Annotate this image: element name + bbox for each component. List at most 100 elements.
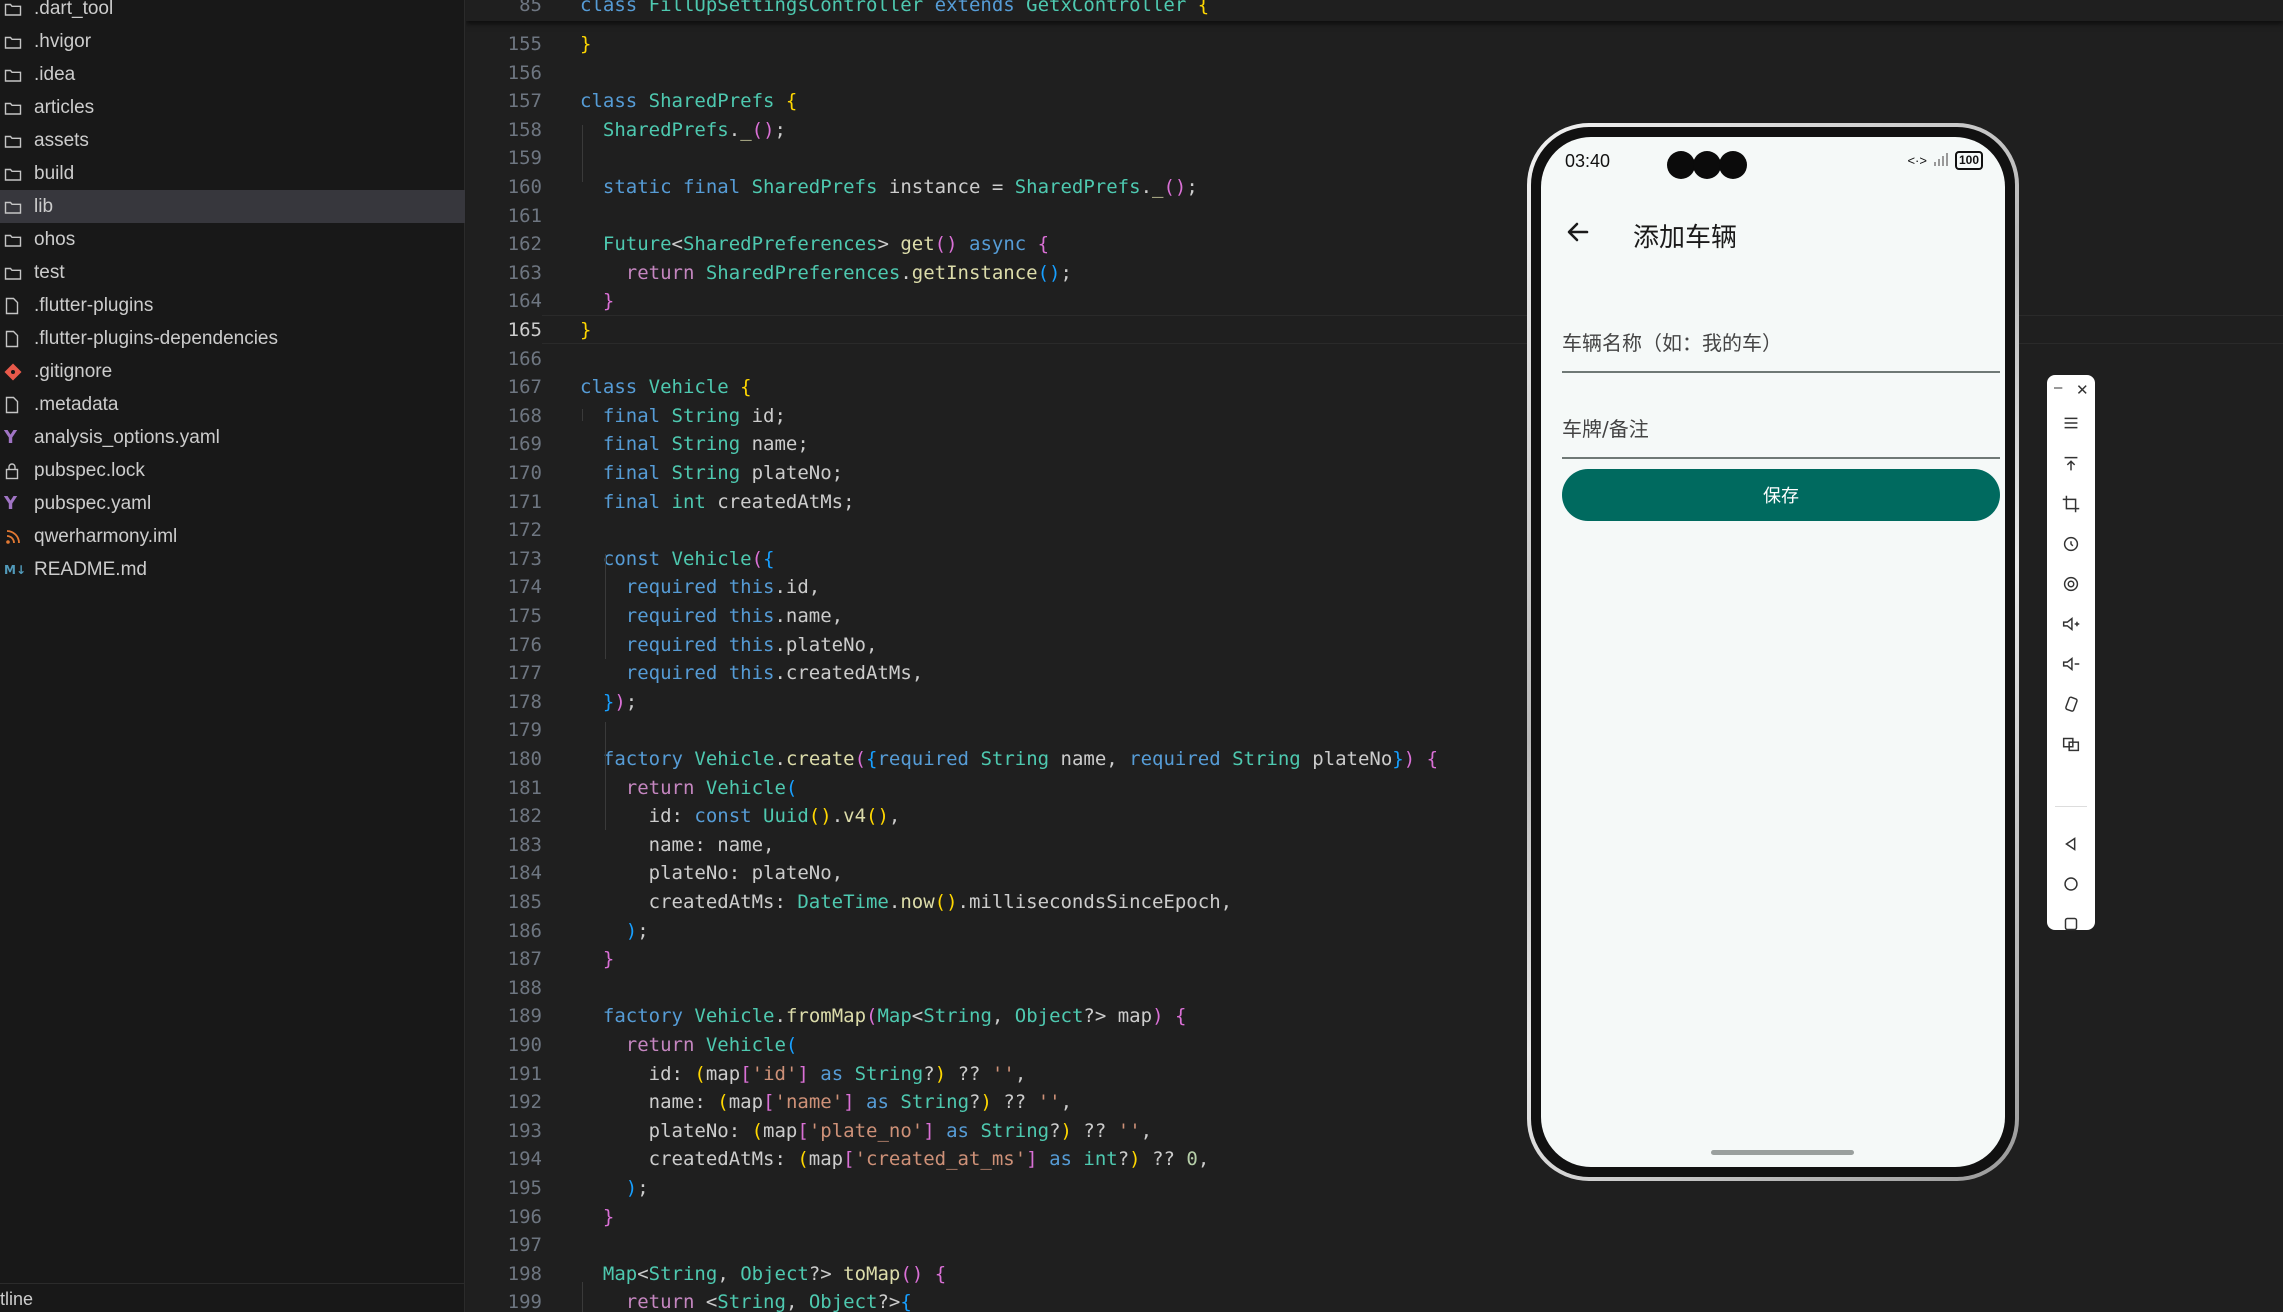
- line-number: 194: [507, 1148, 542, 1171]
- tree-item[interactable]: .hvigor: [0, 25, 465, 58]
- line-code: required this.name,: [625, 605, 844, 627]
- line-number: 199: [507, 1291, 542, 1312]
- crop-button[interactable]: [2054, 487, 2088, 521]
- code-line: 197: [466, 1231, 2283, 1260]
- code-line: 158 SharedPrefs._();: [466, 116, 2283, 145]
- home-indicator[interactable]: [1711, 1150, 1854, 1155]
- line-code: plateNo: plateNo,: [580, 862, 844, 885]
- line-number: 165: [507, 319, 542, 341]
- indent-guide: [582, 125, 583, 182]
- line-code: final String plateNo;: [602, 462, 844, 484]
- line-number: 174: [507, 576, 542, 599]
- camera-icon: [1667, 151, 1695, 179]
- tree-item[interactable]: test: [0, 256, 465, 289]
- battery-icon: 100: [1954, 151, 1983, 170]
- line-number: 173: [507, 547, 542, 570]
- tree-item[interactable]: pubspec.lock: [0, 454, 465, 487]
- volume-down-button[interactable]: [2054, 647, 2088, 681]
- line-code: final String name;: [602, 433, 809, 456]
- line-number: 185: [507, 891, 542, 913]
- line-number: 157: [507, 90, 542, 113]
- code-line: 196 }: [466, 1203, 2283, 1232]
- file-icon: [0, 388, 34, 421]
- markdown-icon: M↓: [4, 562, 26, 577]
- line-code: id: (map['id'] as String?) ?? '',: [580, 1062, 1027, 1085]
- code-line: 198 Map<String, Object?> toMap() {: [466, 1260, 2283, 1289]
- line-number: 158: [507, 118, 542, 141]
- shake-button[interactable]: [2054, 687, 2088, 721]
- line-code: class FillUpSettingsController extends G…: [580, 0, 1210, 16]
- line-number: 166: [507, 347, 542, 370]
- line-code: plateNo: (map['plate_no'] as String?) ??…: [580, 1119, 1153, 1142]
- tree-item-label: .flutter-plugins-dependencies: [34, 327, 278, 349]
- plate-input[interactable]: [1562, 417, 2000, 441]
- pin-top-button[interactable]: [2054, 447, 2088, 481]
- minimize-icon[interactable]: –: [2054, 379, 2062, 396]
- tree-item[interactable]: M↓ README.md: [0, 553, 465, 586]
- tree-item[interactable]: .flutter-plugins-dependencies: [0, 322, 465, 355]
- tree-item[interactable]: Ypubspec.yaml: [0, 487, 465, 520]
- status-bar: 03:40 <·> 100: [1541, 137, 2005, 183]
- line-code: Map<String, Object?> toMap() {: [602, 1262, 947, 1285]
- rotate-icon: [2063, 536, 2079, 552]
- crop-icon: [2062, 495, 2080, 513]
- tree-item-label: lib: [34, 195, 54, 217]
- tree-item[interactable]: lib: [0, 190, 465, 223]
- vehicle-name-input[interactable]: [1562, 331, 2000, 355]
- code-line: 155}: [466, 30, 2283, 59]
- line-number: 181: [507, 776, 542, 799]
- tree-item[interactable]: .gitignore: [0, 355, 465, 388]
- screenshot-button[interactable]: [2054, 567, 2088, 601]
- tree-item[interactable]: Yanalysis_options.yaml: [0, 421, 465, 454]
- toolbar-divider: [2055, 806, 2087, 807]
- folder-icon: [0, 91, 34, 124]
- tree-item[interactable]: ohos: [0, 223, 465, 256]
- sticky-scroll-header[interactable]: 85 class FillUpSettingsController extends…: [466, 0, 2283, 21]
- back-nav-button[interactable]: [2054, 827, 2088, 861]
- multi-window-icon: [2062, 737, 2080, 752]
- tree-item-label: analysis_options.yaml: [34, 426, 220, 448]
- outline-panel-header[interactable]: tline: [0, 1283, 465, 1312]
- back-button[interactable]: [1561, 215, 1595, 249]
- data-transfer-icon: <·>: [1907, 153, 1927, 168]
- volume-up-button[interactable]: [2054, 607, 2088, 641]
- line-number: 184: [507, 862, 542, 885]
- line-code: }: [580, 319, 592, 341]
- tree-item[interactable]: .idea: [0, 58, 465, 91]
- folder-icon: [0, 190, 34, 223]
- line-number: 179: [507, 719, 542, 742]
- line-number: 156: [507, 61, 542, 84]
- line-code: createdAtMs: (map['created_at_ms'] as in…: [580, 1148, 1210, 1171]
- tree-item[interactable]: articles: [0, 91, 465, 124]
- line-number: 161: [507, 204, 542, 227]
- close-icon[interactable]: ✕: [2076, 381, 2089, 399]
- file-explorer: .dart_tool .hvigor .idea articles assets buil…: [0, 0, 465, 1312]
- line-number: 198: [507, 1262, 542, 1285]
- recents-nav-button[interactable]: [2054, 907, 2088, 941]
- save-button[interactable]: 保存: [1562, 469, 2000, 521]
- tree-item[interactable]: .metadata: [0, 388, 465, 421]
- app-bar: 添加车辆: [1541, 205, 2005, 255]
- volume-up-icon: [2062, 616, 2080, 632]
- phone-emulator: 03:40 <·> 100 添加车辆 车辆名称（如：我的车） 车牌/备注 保存: [1527, 123, 2019, 1181]
- tree-item-label: README.md: [34, 558, 147, 580]
- tree-item-label: ohos: [34, 228, 76, 250]
- tree-item[interactable]: .dart_tool: [0, 0, 465, 25]
- line-number: 160: [507, 176, 542, 198]
- arrow-left-icon: [1567, 222, 1589, 242]
- multi-window-button[interactable]: [2054, 727, 2088, 761]
- tree-item[interactable]: build: [0, 157, 465, 190]
- yaml-icon: Y: [4, 493, 18, 514]
- line-number: 186: [507, 919, 542, 942]
- rotate-button[interactable]: [2054, 527, 2088, 561]
- folder-icon: [0, 157, 34, 190]
- line-number: 196: [507, 1205, 542, 1228]
- line-number: 192: [507, 1091, 542, 1114]
- tree-item[interactable]: assets: [0, 124, 465, 157]
- line-number: 172: [507, 519, 542, 542]
- lock-icon: [0, 454, 34, 487]
- tree-item[interactable]: .flutter-plugins: [0, 289, 465, 322]
- home-nav-button[interactable]: [2054, 867, 2088, 901]
- tree-item[interactable]: qwerharmony.iml: [0, 520, 465, 553]
- menu-button[interactable]: [2054, 406, 2088, 440]
